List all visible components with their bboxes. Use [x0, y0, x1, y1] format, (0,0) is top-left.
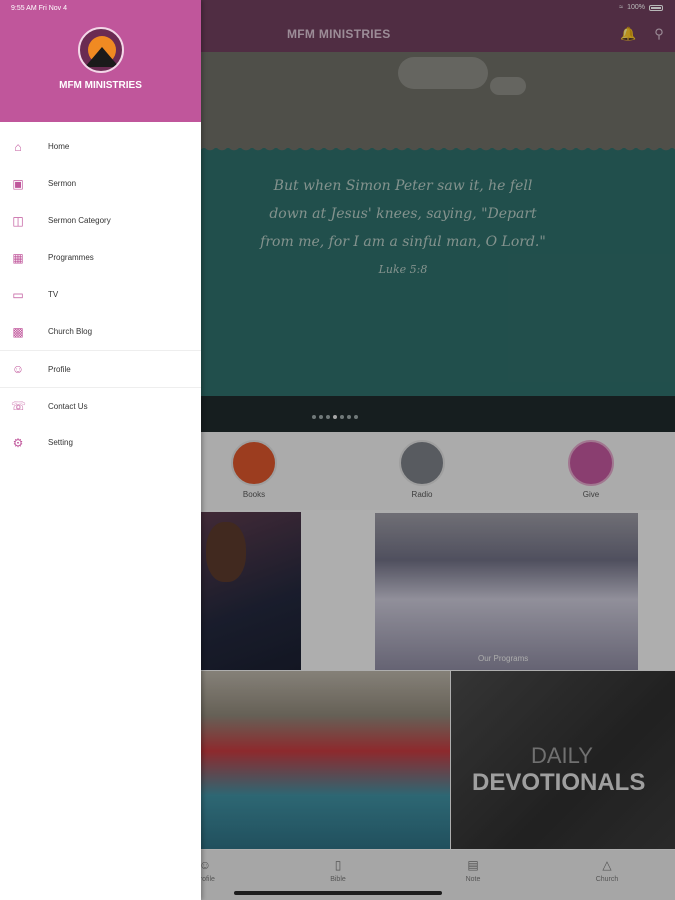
mfm-logo: [78, 27, 124, 73]
drawer-item-setting[interactable]: ⚙ Setting: [0, 424, 201, 461]
drawer-item-label: Setting: [48, 438, 73, 447]
home-indicator[interactable]: [234, 891, 442, 895]
drawer-item-label: Contact Us: [48, 401, 88, 411]
drawer-item-contact-us[interactable]: ☏ Contact Us: [0, 387, 201, 424]
drawer-item-label: Programmes: [48, 253, 94, 262]
drawer-scrim[interactable]: [201, 0, 675, 900]
drawer-item-home[interactable]: ⌂ Home: [0, 128, 201, 165]
gear-icon: ⚙: [12, 435, 24, 450]
drawer-item-label: Church Blog: [48, 327, 93, 336]
drawer-item-label: TV: [48, 290, 59, 299]
navigation-drawer: 9:55 AM Fri Nov 4 MFM MINISTRIES ⌂ Home …: [0, 0, 201, 900]
tv-icon: ▭: [12, 287, 24, 302]
contact-icon: ☏: [11, 399, 27, 413]
drawer-item-programmes[interactable]: ▦ Programmes: [0, 239, 201, 276]
drawer-item-label: Profile: [48, 364, 71, 374]
drawer-item-church-blog[interactable]: ▩ Church Blog: [0, 313, 201, 350]
drawer-item-label: Home: [48, 142, 70, 151]
drawer-title: MFM MINISTRIES: [59, 80, 142, 91]
drawer-item-sermon[interactable]: ▣ Sermon: [0, 165, 201, 202]
calendar-icon: ▦: [12, 250, 24, 265]
blog-icon: ▩: [12, 324, 24, 339]
sermon-category-icon: ◫: [12, 213, 24, 228]
drawer-item-profile[interactable]: ☺ Profile: [0, 350, 201, 387]
drawer-header: 9:55 AM Fri Nov 4 MFM MINISTRIES: [0, 0, 201, 122]
home-icon: ⌂: [14, 139, 22, 154]
person-icon: ☺: [11, 362, 25, 376]
drawer-menu: ⌂ Home ▣ Sermon ◫ Sermon Category ▦ Prog…: [0, 128, 201, 461]
drawer-item-tv[interactable]: ▭ TV: [0, 276, 201, 313]
logo-mountain: [85, 47, 119, 67]
sermon-icon: ▣: [12, 176, 24, 191]
drawer-item-label: Sermon: [48, 179, 77, 188]
drawer-item-sermon-category[interactable]: ◫ Sermon Category: [0, 202, 201, 239]
status-time: 9:55 AM Fri Nov 4: [11, 5, 68, 12]
drawer-item-label: Sermon Category: [48, 216, 111, 225]
